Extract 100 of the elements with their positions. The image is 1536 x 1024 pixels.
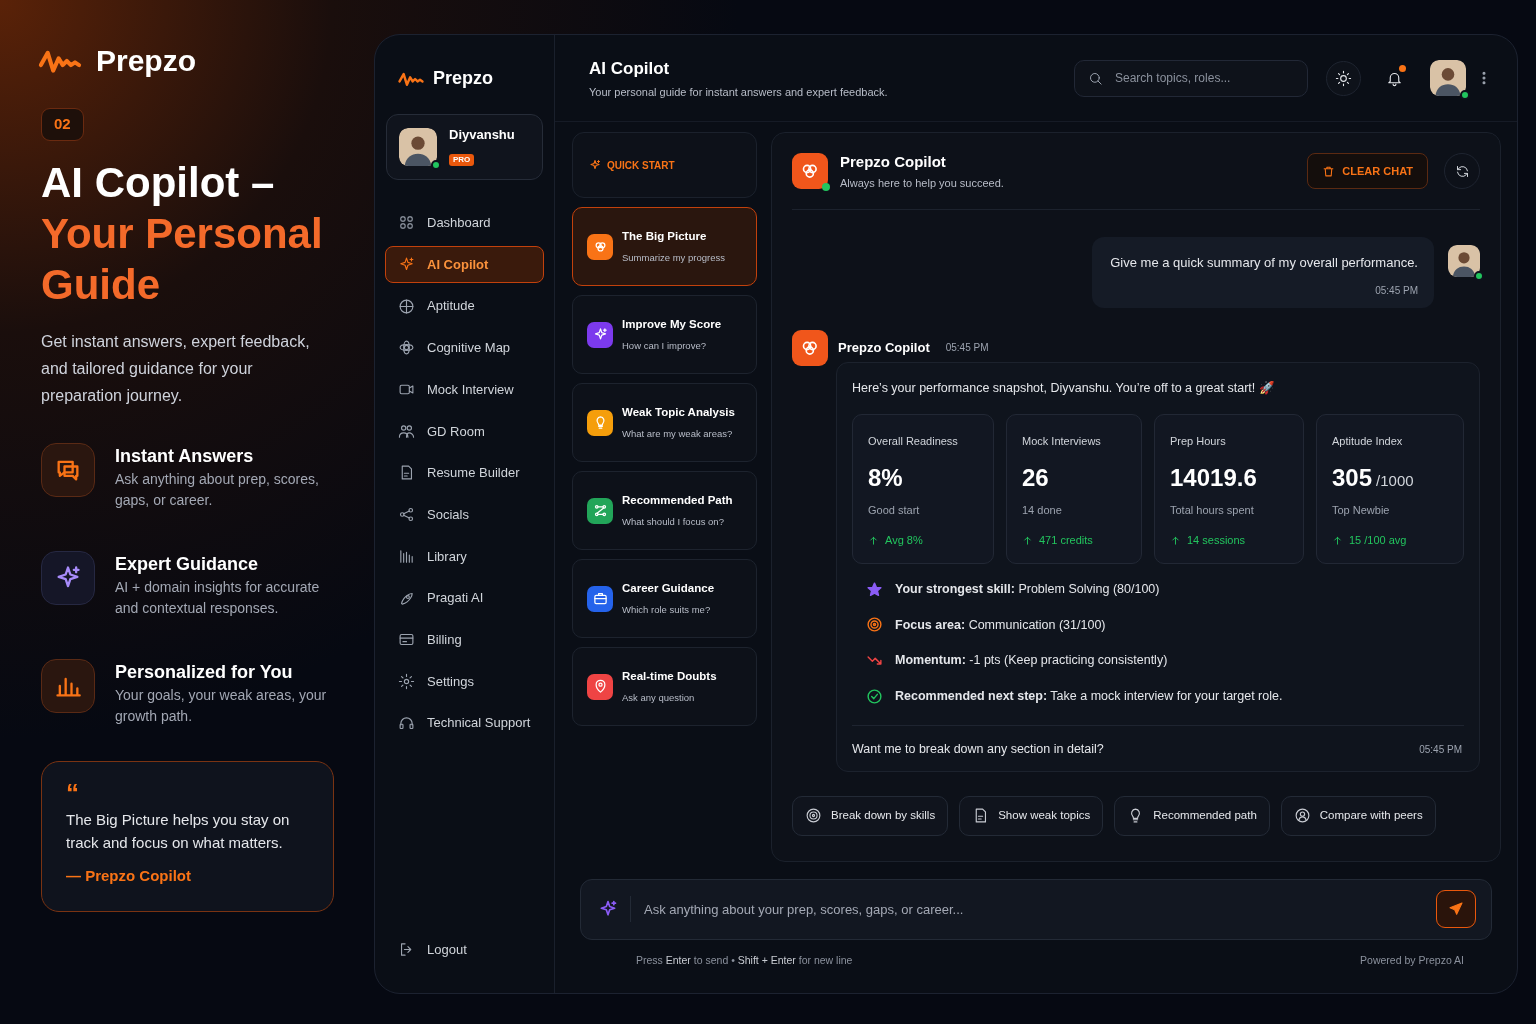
card-title: Career Guidance bbox=[622, 580, 715, 596]
search-icon bbox=[1088, 70, 1103, 86]
quick-start-card[interactable]: Weak Topic Analysis What are my weak areas? bbox=[572, 383, 757, 462]
library-bars-icon bbox=[398, 547, 415, 565]
search-field[interactable]: Search topics, roles... bbox=[1074, 59, 1308, 97]
nav-item[interactable]: Technical Support bbox=[385, 704, 544, 742]
page-title-accent: Your Personal Guide bbox=[41, 208, 324, 310]
target-icon bbox=[866, 616, 883, 634]
nav-item[interactable]: Settings bbox=[385, 662, 544, 701]
card-title: Improve My Score bbox=[622, 316, 722, 332]
brand-name: Prepzo bbox=[96, 43, 197, 79]
suggestion-chip[interactable]: Break down by skills bbox=[792, 795, 949, 836]
stat-label: Prep Hours bbox=[1170, 434, 1227, 450]
globe-icon bbox=[398, 297, 415, 315]
quick-start-card[interactable]: Real-time Doubts Ask any question bbox=[572, 647, 757, 726]
refresh-icon bbox=[1454, 163, 1470, 179]
dial-icon bbox=[805, 807, 822, 824]
stat-label: Mock Interviews bbox=[1022, 434, 1102, 450]
stat-label: Overall Readiness bbox=[868, 434, 959, 450]
stat-trend: 14 sessions bbox=[1187, 533, 1246, 549]
nav-item[interactable]: Cognitive Map bbox=[385, 329, 544, 367]
intro-text: Get instant answers, expert feedback, and tailored guidance for your preparation journey. bbox=[41, 331, 311, 406]
nav-item[interactable]: Pragati AI bbox=[385, 579, 544, 617]
sparkle-icon bbox=[592, 327, 608, 342]
arrow-up-icon bbox=[1332, 535, 1343, 546]
nav-item[interactable]: Library bbox=[385, 537, 544, 576]
stat-note: 14 done bbox=[1022, 502, 1063, 518]
card-title: Real-time Doubts bbox=[622, 668, 717, 684]
stat-label: Aptitude Index bbox=[1332, 434, 1404, 450]
avatar bbox=[1448, 245, 1480, 277]
nav-item[interactable]: Mock Interview bbox=[385, 370, 544, 409]
stat-trend: Avg 8% bbox=[885, 533, 923, 549]
card-title: Recommended Path bbox=[622, 492, 733, 508]
stat-trend: 471 credits bbox=[1039, 533, 1093, 549]
quick-start-title: QUICK START bbox=[607, 158, 675, 173]
feature-text: Ask anything about prep, scores, gaps, or career. bbox=[115, 469, 320, 510]
stat-value: 26 bbox=[1022, 462, 1049, 493]
insight-text: Focus area: Communication (31/100) bbox=[895, 616, 1106, 634]
feature-title: Instant Answers bbox=[115, 444, 255, 468]
clear-chat-button[interactable]: CLEAR CHAT bbox=[1307, 153, 1428, 189]
headset-icon bbox=[398, 714, 415, 732]
suggestion-chip[interactable]: Recommended path bbox=[1114, 795, 1270, 836]
sparkles-icon bbox=[589, 159, 601, 171]
share-icon bbox=[398, 506, 415, 524]
star-icon bbox=[866, 580, 883, 598]
page-heading: AI Copilot bbox=[589, 58, 671, 80]
profile-card[interactable]: Diyvanshu PRO bbox=[386, 114, 543, 180]
nav-item[interactable]: GD Room bbox=[385, 412, 544, 451]
card-subtitle: Summarize my progress bbox=[622, 251, 725, 265]
bot-status: Always here to help you succeed. bbox=[840, 176, 1005, 191]
nav-item[interactable]: Aptitude bbox=[385, 287, 544, 326]
message-time: 05:45 PM bbox=[1374, 283, 1418, 298]
card-subtitle: Which role suits me? bbox=[622, 603, 712, 617]
nav-item[interactable]: Dashboard bbox=[385, 204, 544, 242]
nav-item[interactable]: Billing bbox=[385, 620, 544, 659]
page-subtitle: Your personal guide for instant answers and expert feedback. bbox=[589, 84, 889, 100]
nav-item[interactable]: Socials bbox=[385, 495, 544, 534]
trash-icon bbox=[1322, 164, 1336, 178]
avatar bbox=[399, 128, 437, 166]
location-pin-icon bbox=[592, 679, 608, 694]
quick-start-card[interactable]: Recommended Path What should I focus on? bbox=[572, 471, 757, 550]
quote-author: — Prepzo Copilot bbox=[66, 865, 192, 886]
chat-input[interactable]: Ask anything about your prep, scores, gaps, or career... bbox=[580, 879, 1492, 941]
reply-intro: Here’s your performance snapshot, Diyvanshu. You’re off to a great start! 🚀 bbox=[852, 379, 1276, 397]
person-circle-icon bbox=[1293, 807, 1311, 824]
quick-start-card[interactable]: Improve My Score How can I improve? bbox=[572, 295, 757, 374]
feature-text: Your goals, your weak areas, your growth path. bbox=[115, 685, 328, 726]
user-name: Diyvanshu bbox=[449, 126, 515, 145]
dashboard-icon bbox=[398, 214, 415, 232]
card-subtitle: Ask any question bbox=[622, 691, 696, 705]
closing-question: Want me to break down any section in detail? bbox=[852, 740, 1105, 758]
message-time: 05:45 PM bbox=[945, 341, 989, 355]
quote-mark: “ bbox=[66, 777, 80, 808]
keyboard-hint: Press Enter to send • Shift + Enter for new line bbox=[636, 953, 854, 969]
suggestion-chip[interactable]: Show weak topics bbox=[959, 795, 1104, 836]
powered-by-text: Powered by Prepzo AI bbox=[1360, 953, 1464, 969]
message-text: Give me a quick summary of my overall performance. bbox=[1109, 254, 1418, 272]
path-nodes-icon bbox=[592, 503, 608, 518]
check-circle-icon bbox=[866, 687, 883, 705]
page-title: AI Copilot – bbox=[41, 157, 276, 208]
send-button[interactable] bbox=[1436, 890, 1476, 929]
nav-item[interactable]: Resume Builder bbox=[385, 454, 544, 492]
arrow-up-icon bbox=[1022, 535, 1033, 546]
stat-note: Good start bbox=[868, 502, 921, 518]
stat-unit: /1000 bbox=[1376, 470, 1414, 491]
theme-toggle-button[interactable] bbox=[1326, 60, 1361, 96]
card-subtitle: What are my weak areas? bbox=[622, 427, 734, 441]
quick-start-card[interactable]: The Big Picture Summarize my progress bbox=[572, 207, 757, 286]
logout-link[interactable]: Logout bbox=[385, 939, 544, 959]
stat-value: 14019.6 bbox=[1170, 462, 1257, 493]
quick-start-card[interactable]: Career Guidance Which role suits me? bbox=[572, 559, 757, 638]
settings-icon bbox=[398, 672, 415, 690]
suggestion-chip[interactable]: Compare with peers bbox=[1280, 795, 1436, 836]
bot-name: Prepzo Copilot bbox=[840, 151, 947, 172]
card-subtitle: What should I focus on? bbox=[622, 515, 725, 529]
insight-text: Recommended next step: Take a mock interview for your target role. bbox=[895, 688, 1283, 705]
stat-value: 8% bbox=[868, 462, 903, 493]
message-time: 05:45 PM bbox=[1419, 742, 1463, 757]
step-badge: 02 bbox=[41, 108, 84, 141]
nav-item[interactable]: AI Copilot bbox=[385, 245, 544, 284]
